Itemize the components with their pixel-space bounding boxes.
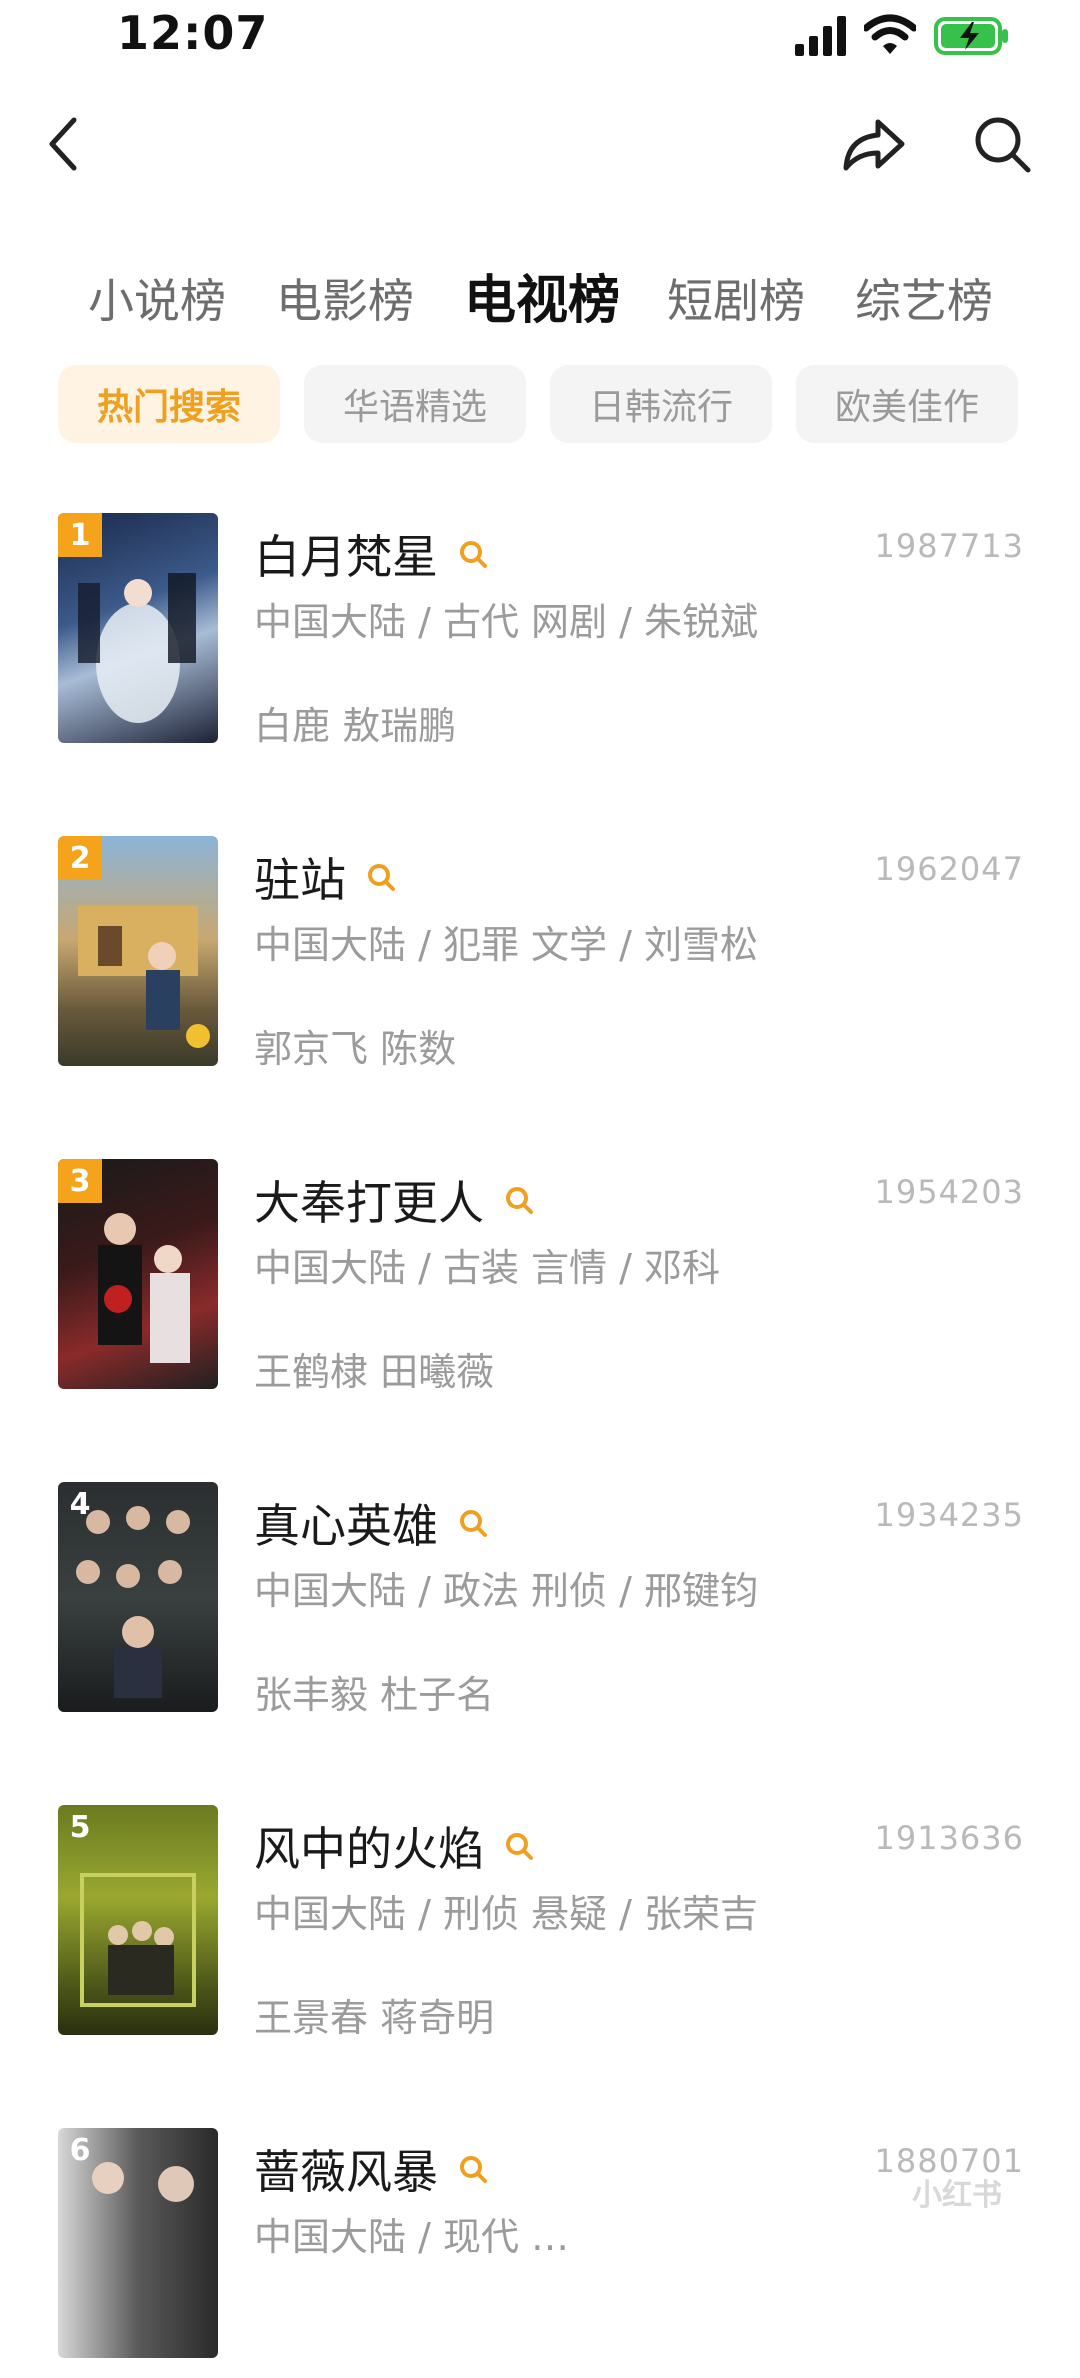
search-icon[interactable] <box>458 1508 488 1538</box>
item-meta: 中国大陆 / 现代 … <box>254 2215 570 2259</box>
poster-image: 3 <box>58 1159 218 1389</box>
list-item[interactable]: 2 驻站 1962047 中国大陆 / 犯罪 文学 / 刘雪松 郭京飞 陈数 <box>0 836 1080 1086</box>
tab-variety[interactable]: 综艺榜 <box>855 265 993 331</box>
item-title-text: 白月梵星 <box>254 530 438 584</box>
item-title: 风中的火焰 <box>254 1813 534 1879</box>
list-item[interactable]: 6 蔷薇风暴 1880701 中国大陆 / 现代 … <box>0 2128 1080 2378</box>
status-time: 12:07 <box>117 6 269 60</box>
cellular-signal-icon <box>795 16 846 56</box>
poster-image: 2 <box>58 836 218 1066</box>
item-title: 大奉打更人 <box>254 1167 534 1233</box>
chip-hot-search[interactable]: 热门搜索 <box>58 365 280 443</box>
rank-badge: 2 <box>58 836 102 880</box>
list-item[interactable]: 5 风中的火焰 1913636 中国大陆 / 刑侦 悬疑 / 张荣吉 王景春 蒋… <box>0 1805 1080 2055</box>
tab-movie[interactable]: 电影榜 <box>276 265 414 331</box>
item-meta: 中国大陆 / 政法 刑侦 / 邢键钧 <box>254 1569 759 1613</box>
chevron-left-icon[interactable] <box>44 116 84 172</box>
item-title-text: 真心英雄 <box>254 1499 438 1553</box>
search-count: 1987713 <box>874 527 1024 565</box>
tab-novel[interactable]: 小说榜 <box>88 265 226 331</box>
search-icon[interactable] <box>504 1185 534 1215</box>
tab-tv[interactable]: 电视榜 <box>464 258 620 333</box>
share-icon[interactable] <box>842 116 906 174</box>
search-count: 1913636 <box>874 1819 1024 1857</box>
item-cast: 白鹿 敖瑞鹏 <box>254 704 457 748</box>
item-meta: 中国大陆 / 刑侦 悬疑 / 张荣吉 <box>254 1892 759 1936</box>
rank-badge: 5 <box>69 1809 91 1845</box>
item-title-text: 驻站 <box>254 853 346 907</box>
search-count: 1934235 <box>874 1496 1024 1534</box>
item-title-text: 风中的火焰 <box>254 1822 484 1876</box>
item-cast: 张丰毅 杜子名 <box>254 1673 495 1717</box>
item-cast: 郭京飞 陈数 <box>254 1027 457 1071</box>
item-cast: 王鹤棣 田曦薇 <box>254 1350 495 1394</box>
search-icon[interactable] <box>504 1831 534 1861</box>
item-title: 蔷薇风暴 <box>254 2136 488 2202</box>
item-meta: 中国大陆 / 犯罪 文学 / 刘雪松 <box>254 923 759 967</box>
rank-badge: 4 <box>69 1486 91 1522</box>
rank-badge: 1 <box>58 513 102 557</box>
item-title-text: 大奉打更人 <box>254 1176 484 1230</box>
item-title-text: 蔷薇风暴 <box>254 2145 438 2199</box>
item-title: 驻站 <box>254 844 396 910</box>
wifi-icon <box>864 14 916 54</box>
item-meta: 中国大陆 / 古代 网剧 / 朱锐斌 <box>254 600 759 644</box>
list-item[interactable]: 1 白月梵星 1987713 中国大陆 / 古代 网剧 / 朱锐斌 白鹿 敖瑞鹏 <box>0 513 1080 763</box>
search-icon[interactable] <box>366 862 396 892</box>
rank-badge: 6 <box>69 2132 91 2168</box>
top-nav <box>0 100 1080 190</box>
search-count: 1954203 <box>874 1173 1024 1211</box>
battery-charging-icon <box>934 17 1008 55</box>
list-item[interactable]: 3 大奉打更人 1954203 中国大陆 / 古装 言情 / 邓科 王鹤棣 田曦… <box>0 1159 1080 1409</box>
search-icon[interactable] <box>972 114 1032 174</box>
chip-chinese-picks[interactable]: 华语精选 <box>304 365 526 443</box>
search-icon[interactable] <box>458 539 488 569</box>
watermark-logo: 小红书 <box>912 2178 1002 2213</box>
chip-jpkr-popular[interactable]: 日韩流行 <box>550 365 772 443</box>
poster-image: 5 <box>58 1805 218 2035</box>
list-item[interactable]: 4 真心英雄 1934235 中国大陆 / 政法 刑侦 / 邢键钧 张丰毅 杜子… <box>0 1482 1080 1732</box>
item-cast: 王景春 蒋奇明 <box>254 1996 495 2040</box>
tab-short-drama[interactable]: 短剧榜 <box>667 265 805 331</box>
search-icon[interactable] <box>458 2154 488 2184</box>
poster-image: 1 <box>58 513 218 743</box>
item-title: 真心英雄 <box>254 1490 488 1556</box>
item-title: 白月梵星 <box>254 521 488 587</box>
item-meta: 中国大陆 / 古装 言情 / 邓科 <box>254 1246 721 1290</box>
poster-image: 4 <box>58 1482 218 1712</box>
rank-badge: 3 <box>58 1159 102 1203</box>
search-count: 1962047 <box>874 850 1024 888</box>
chip-western-picks[interactable]: 欧美佳作 <box>796 365 1018 443</box>
poster-image: 6 <box>58 2128 218 2358</box>
status-bar: 12:07 <box>0 0 1080 80</box>
